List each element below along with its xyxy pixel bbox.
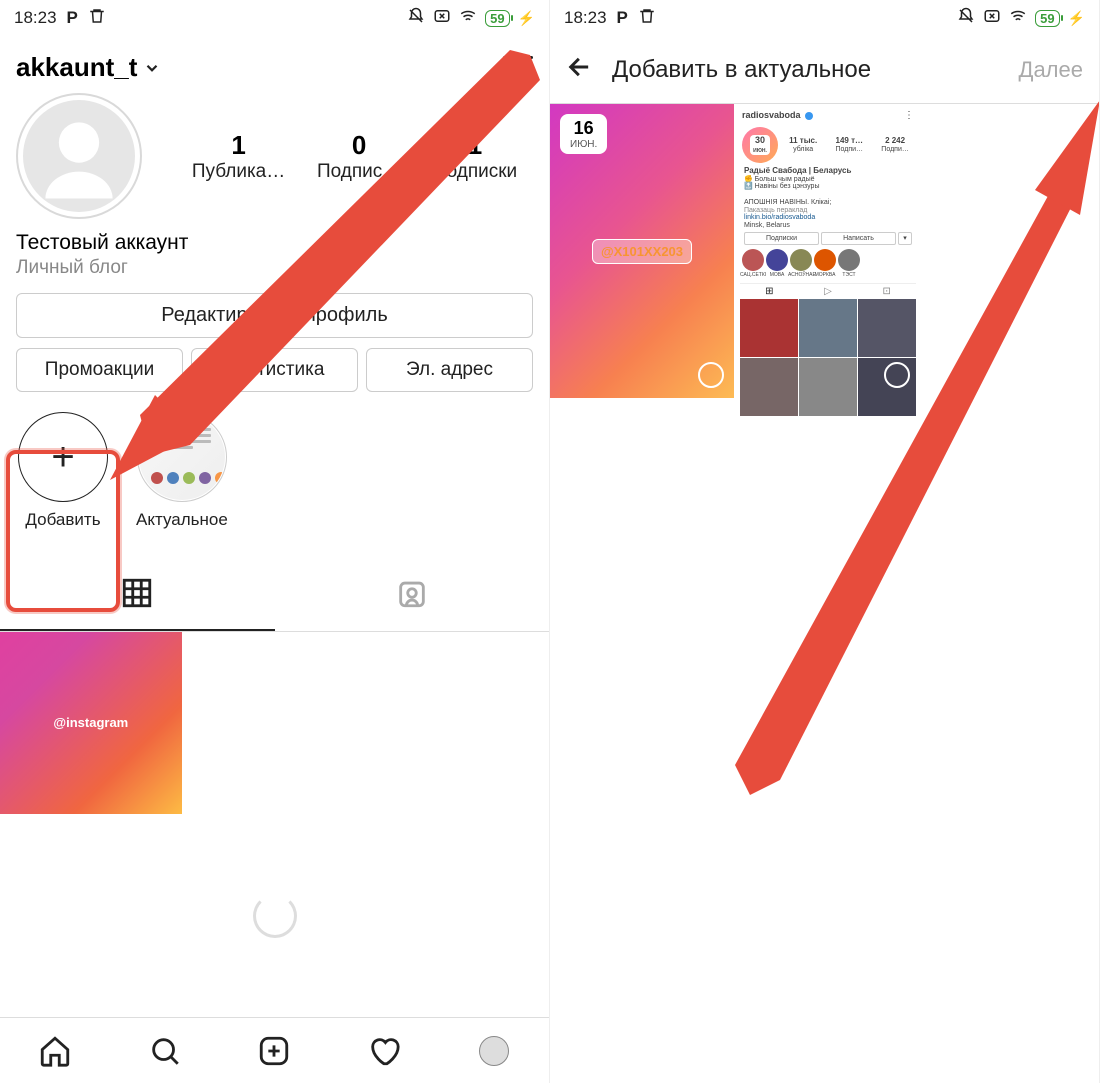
- create-icon: [257, 1034, 291, 1068]
- trash-icon: [638, 7, 656, 30]
- highlight-actual-label: Актуальное: [136, 510, 228, 530]
- nav-activity[interactable]: [329, 1018, 439, 1083]
- tagged-icon: [395, 576, 429, 617]
- date-mon: июн.: [570, 139, 597, 150]
- story-date-badge: 16 июн.: [560, 114, 607, 154]
- battery-indicator: 59: [1035, 10, 1059, 27]
- phone-right: 18:23 P 59 ⚡ Добавить в актуальное Далее…: [550, 0, 1100, 1083]
- person-icon: [23, 100, 135, 212]
- status-bar: 18:23 P 59 ⚡: [0, 0, 549, 36]
- email-button[interactable]: Эл. адрес: [366, 348, 533, 392]
- stat-followers-label: Подпис…: [317, 161, 401, 183]
- box-x-icon: [433, 7, 451, 30]
- menu-button[interactable]: [503, 56, 533, 79]
- mp-message-btn: Написать: [821, 232, 896, 246]
- stat-posts-num: 1: [192, 130, 285, 161]
- status-time: 18:23: [14, 8, 57, 28]
- highlight-actual[interactable]: Актуальное: [136, 412, 228, 530]
- stat-followers-num: 0: [317, 130, 401, 161]
- next-button[interactable]: Далее: [1019, 57, 1083, 83]
- charging-icon: ⚡: [518, 10, 535, 27]
- stat-posts-label: Публика…: [192, 161, 285, 183]
- highlight-add[interactable]: + Добавить: [18, 412, 108, 530]
- stat-following[interactable]: 1 Подписки: [433, 130, 517, 183]
- wifi-icon: [459, 7, 477, 30]
- chevron-down-icon: [143, 59, 161, 77]
- mp-avatar: 30ИЮН.: [742, 127, 778, 163]
- stat-following-label: Подписки: [433, 161, 517, 183]
- selection-ring-icon: [884, 362, 910, 388]
- post-tile[interactable]: @instagram: [0, 632, 182, 814]
- profile-avatar-icon: [479, 1036, 509, 1066]
- heart-icon: [367, 1034, 401, 1068]
- story-tile-2[interactable]: radiosvaboda ⋮ 30ИЮН. 11 тыс.убліка 149 …: [736, 104, 920, 398]
- grid-tab[interactable]: [0, 562, 275, 631]
- parking-icon: P: [67, 8, 78, 28]
- stat-followers[interactable]: 0 Подпис…: [317, 130, 401, 183]
- selection-ring-icon: [698, 362, 724, 388]
- charging-icon: ⚡: [1068, 10, 1085, 27]
- mp-follow-btn: Подписки: [744, 232, 819, 246]
- trash-icon: [88, 7, 106, 30]
- promo-button[interactable]: Промоакции: [16, 348, 183, 392]
- tagged-tab[interactable]: [275, 562, 550, 631]
- phone-left: 18:23 P 59 ⚡ akkaunt_t 1 Публика…: [0, 0, 550, 1083]
- username-label: akkaunt_t: [16, 52, 137, 83]
- bio-name: Тестовый аккаунт: [16, 231, 533, 255]
- status-time: 18:23: [564, 8, 607, 28]
- mp-suggest-btn: ▾: [898, 232, 912, 246]
- battery-indicator: 59: [485, 10, 509, 27]
- stat-posts[interactable]: 1 Публика…: [192, 130, 285, 183]
- bottom-navigation: [0, 1017, 549, 1083]
- nav-profile[interactable]: [439, 1018, 549, 1083]
- grid-icon: [120, 576, 154, 615]
- status-bar: 18:23 P 59 ⚡: [550, 0, 1099, 36]
- nav-search[interactable]: [110, 1018, 220, 1083]
- nav-create[interactable]: [220, 1018, 330, 1083]
- mention-sticker: @X101XX203: [592, 239, 692, 264]
- stats-button[interactable]: Статистика: [191, 348, 358, 392]
- mute-icon: [957, 7, 975, 30]
- mute-icon: [407, 7, 425, 30]
- edit-profile-button[interactable]: Редактировать профиль: [16, 293, 533, 338]
- search-icon: [148, 1034, 182, 1068]
- stat-following-num: 1: [433, 130, 517, 161]
- box-x-icon: [983, 7, 1001, 30]
- post-mention: @instagram: [53, 715, 128, 730]
- username-dropdown[interactable]: akkaunt_t: [16, 52, 161, 83]
- back-button[interactable]: [566, 53, 594, 86]
- highlight-add-label: Добавить: [25, 510, 100, 530]
- plus-icon: +: [51, 435, 74, 480]
- profile-avatar[interactable]: [16, 93, 142, 219]
- home-icon: [38, 1034, 72, 1068]
- more-icon: ⋮: [904, 110, 914, 121]
- loading-spinner: [253, 894, 297, 938]
- wifi-icon: [1009, 7, 1027, 30]
- bio-category: Личный блог: [16, 257, 533, 279]
- page-title: Добавить в актуальное: [612, 56, 1001, 84]
- verified-icon: [805, 112, 813, 120]
- date-num: 16: [570, 118, 597, 139]
- mp-username: radiosvaboda: [742, 111, 801, 121]
- story-tile-1[interactable]: 16 июн. @X101XX203: [550, 104, 734, 398]
- nav-home[interactable]: [0, 1018, 110, 1083]
- parking-icon: P: [617, 8, 628, 28]
